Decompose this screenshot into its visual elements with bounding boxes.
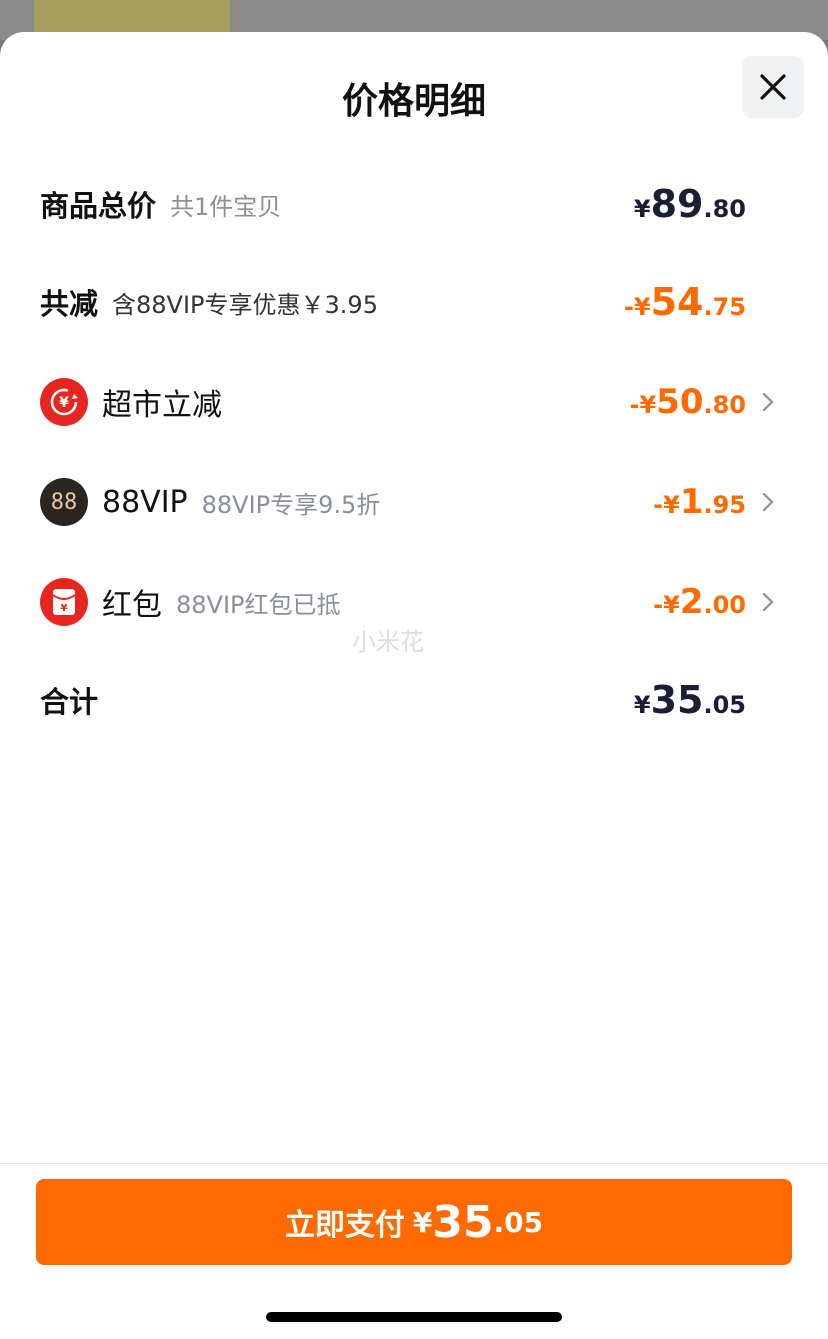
vip-discount-note: 含88VIP专享优惠￥3.95 [112,290,378,319]
total-price-row: 商品总价 共1件宝贝 ¥89.80 [40,174,780,234]
sum-row: 合计 ¥35.05 [40,670,780,730]
total-discount-row: 共减 含88VIP专享优惠￥3.95 -¥ 54.75 [40,272,780,332]
sum-label: 合计 [40,685,99,719]
supermarket-discount-value: -¥ 50.80 [629,382,746,422]
price-detail-sheet: 价格明细 商品总价 共1件宝贝 ¥89.80 共减 含88VIP专享优惠￥3.9… [0,32,828,1339]
pay-currency: ¥ [412,1205,433,1239]
chevron-right-icon [756,391,780,413]
total-discount-label: 共减 [40,287,99,321]
pay-now-label: 立即支付 [284,1208,405,1243]
sum-value: ¥35.05 [633,678,746,722]
vip-sub: 88VIP专享9.5折 [201,490,381,519]
footer-divider [0,1163,828,1164]
vip-label: 88VIP [102,484,188,520]
vip-discount-value: -¥ 1.95 [653,482,746,522]
red-packet-icon: ¥ [40,578,88,626]
pay-now-button[interactable]: 立即支付 ¥35.05 [36,1179,792,1265]
chevron-right-icon [756,591,780,613]
red-packet-sub: 88VIP红包已抵 [176,590,341,619]
yuan-discount-icon: ¥ [40,378,88,426]
vip-discount-row[interactable]: 88 88VIP 88VIP专享9.5折 -¥ 1.95 [40,472,780,532]
pay-amount-dec: .05 [493,1205,544,1239]
close-button[interactable] [742,56,804,118]
pay-amount-int: 35 [432,1196,494,1248]
close-icon [760,74,786,100]
supermarket-discount-label: 超市立减 [102,388,222,423]
watermark: 小米花 [352,628,424,656]
svg-text:¥: ¥ [59,395,69,411]
red-packet-value: -¥ 2.00 [653,582,746,622]
total-price-value: ¥89.80 [633,182,746,226]
chevron-right-icon [756,491,780,513]
item-count: 共1件宝贝 [170,192,282,221]
home-indicator [266,1312,562,1322]
sheet-title: 价格明细 [341,81,486,122]
red-packet-label: 红包 [102,588,162,623]
supermarket-discount-row[interactable]: ¥ 超市立减 -¥ 50.80 [40,372,780,432]
total-discount-value: -¥ 54.75 [623,280,746,324]
88vip-icon: 88 [40,478,88,526]
total-price-label: 商品总价 [40,189,157,223]
svg-text:¥: ¥ [61,603,68,614]
